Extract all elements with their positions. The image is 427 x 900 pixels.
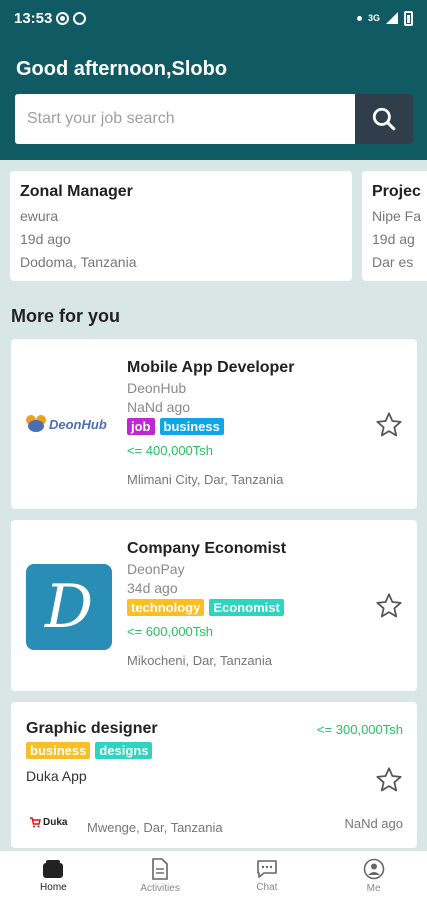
posted-age: 19d ago [20,231,71,247]
section-title: More for you [11,306,121,326]
salary: <= 400,000Tsh [127,443,214,458]
recent-job-card[interactable]: Zonal Manager ewura 19d ago Dodoma, Tanz… [10,171,352,281]
job-location: Mwenge, Dar, Tanzania [87,820,223,835]
greeting-title: Good afternoon,Slobo [16,58,228,80]
signal-icon [386,12,398,24]
salary: <= 600,000Tsh [127,624,214,639]
logo-text: D [44,572,94,642]
search-input[interactable] [15,94,355,144]
job-card[interactable]: DeonHub Mobile App Developer DeonHub NaN… [11,339,417,509]
job-location: Dar es [372,254,414,270]
status-bar: 13:53 3G [0,0,427,36]
posted-age: NaNd ago [344,816,403,831]
company-logo: Duka [29,816,67,828]
job-location: Dodoma, Tanzania [20,254,137,270]
company-logo: DeonHub [25,409,111,439]
posted-age: NaNd ago [127,399,191,415]
company-logo: D [26,564,112,650]
company-name: DeonPay [127,561,185,577]
job-location: Mlimani City, Dar, Tanzania [127,472,284,487]
star-icon[interactable] [375,411,403,439]
job-card[interactable]: Graphic designer business designs Duka A… [11,702,417,848]
data-saver-icon [73,11,87,25]
search-icon [372,107,396,131]
company-name: Nipe Fa [372,208,422,224]
logo-text: Duka [43,816,68,828]
salary: <= 300,000Tsh [316,722,403,737]
nav-home[interactable]: Home [0,851,107,900]
cart-icon [30,817,41,828]
job-tag: technology [127,599,205,616]
posted-age: 19d ag [372,231,415,247]
job-card[interactable]: D Company Economist DeonPay 34d ago tech… [11,520,417,691]
home-icon [43,859,64,878]
recent-job-card[interactable]: Projec Nipe Fa 19d ag Dar es [362,171,427,281]
app-header: 13:53 3G Good afternoon,Slobo [0,0,427,160]
job-title: Graphic designer [26,720,158,737]
nav-me[interactable]: Me [320,851,427,900]
nav-label: Activities [140,882,180,894]
company-name: Duka App [26,768,87,784]
chat-icon [257,859,277,878]
nav-chat[interactable]: Chat [214,851,321,900]
network-type: 3G [367,13,380,23]
job-tag: designs [95,742,153,759]
job-title: Projec [372,183,421,200]
job-tag: business [26,742,91,759]
job-location: Mikocheni, Dar, Tanzania [127,653,273,668]
company-name: ewura [20,208,59,224]
recent-jobs-carousel[interactable]: Zonal Manager ewura 19d ago Dodoma, Tanz… [10,171,427,283]
nav-label: Home [40,881,67,893]
star-icon[interactable] [375,766,403,794]
nav-activities[interactable]: Activities [107,851,214,900]
job-title: Mobile App Developer [127,359,295,376]
sync-icon [56,11,70,25]
bottom-navigation: Home Activities Chat Me [0,850,427,900]
job-tag: business [159,418,224,435]
company-name: DeonHub [127,380,187,396]
logo-text: DeonHub [49,416,107,432]
nav-label: Chat [256,881,278,893]
document-icon [152,857,168,880]
job-title: Company Economist [127,540,287,557]
deonhub-logo-icon [26,415,46,432]
status-time: 13:53 [14,9,53,27]
star-icon[interactable] [375,592,403,620]
notification-dot-icon [356,15,362,21]
job-tag: job [127,418,155,435]
user-icon [363,858,384,879]
posted-age: 34d ago [127,580,178,596]
search-button[interactable] [355,94,413,144]
job-tag: Economist [209,599,284,616]
battery-icon [404,10,413,26]
nav-label: Me [366,882,381,894]
job-title: Zonal Manager [20,183,133,200]
search-bar [15,94,413,144]
